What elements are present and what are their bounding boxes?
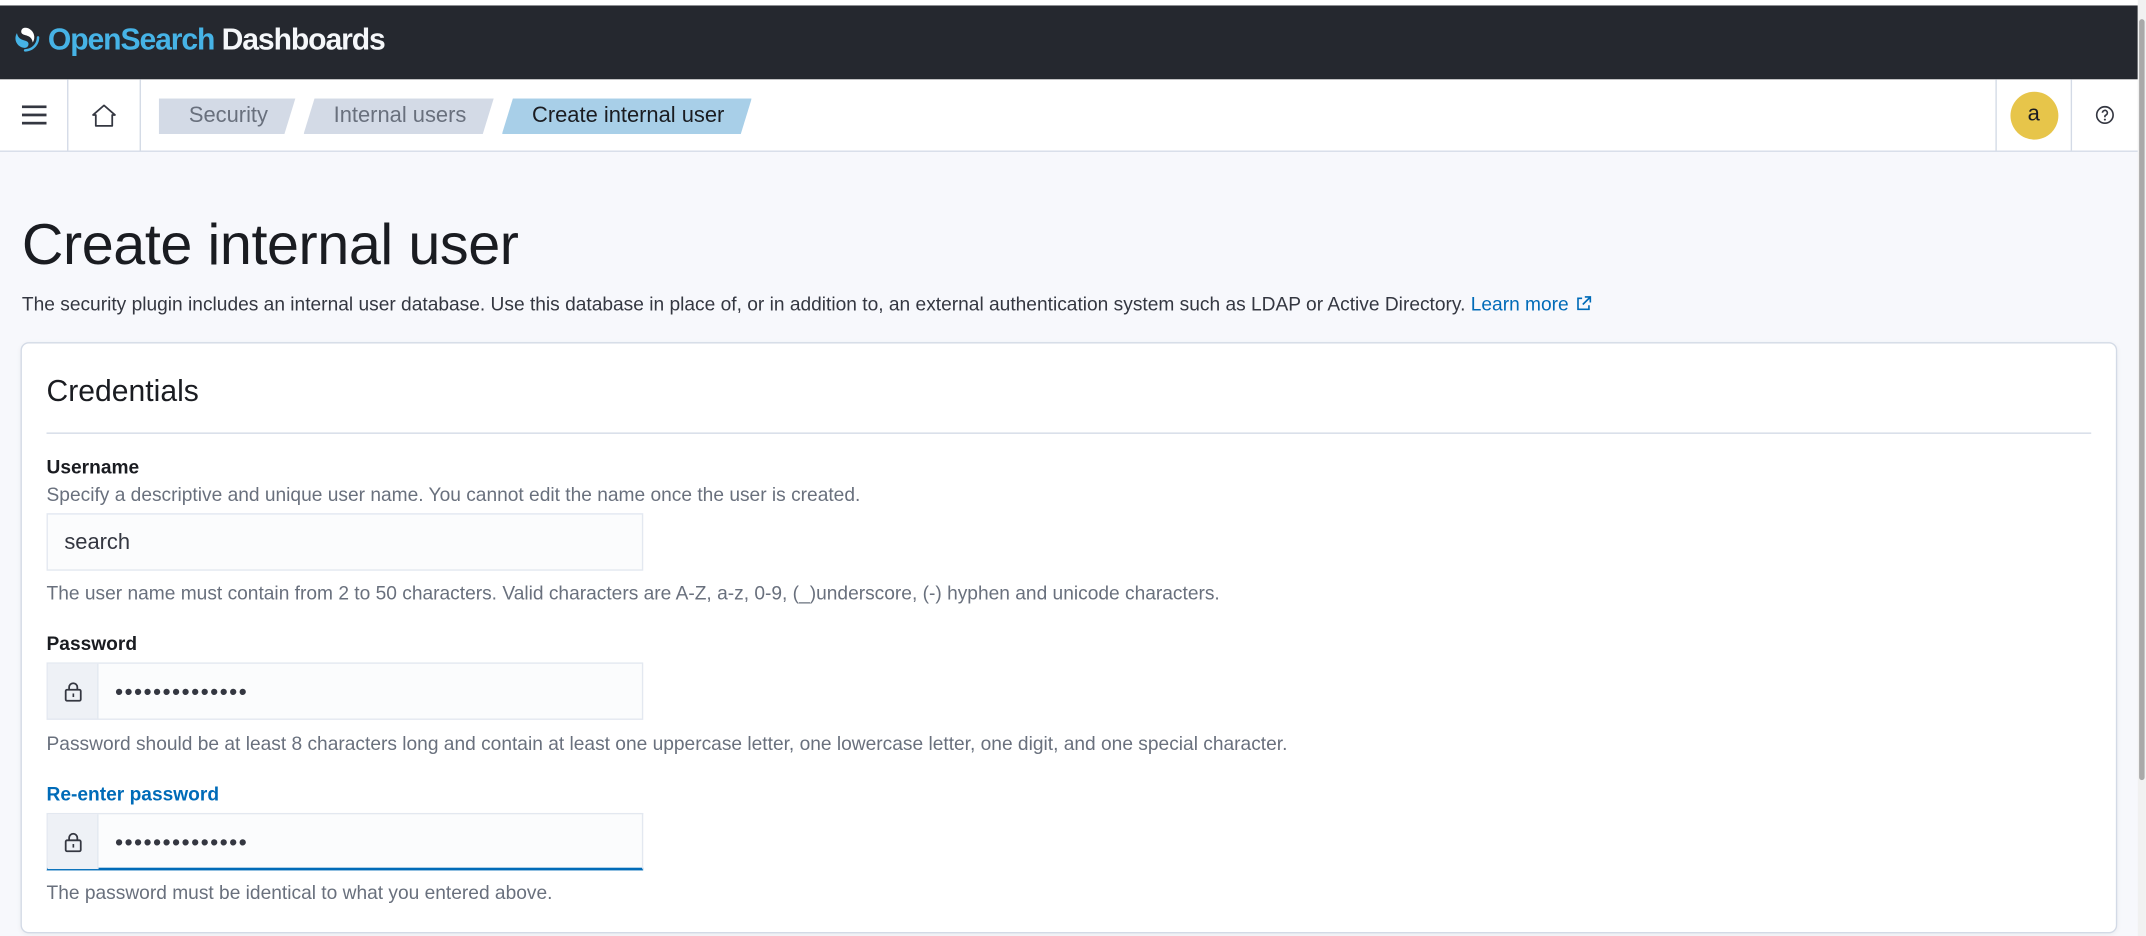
help-icon [2095, 105, 2114, 124]
page-description: The security plugin includes an internal… [22, 293, 1592, 315]
external-link-icon [1577, 296, 1592, 311]
help-button[interactable] [2072, 79, 2138, 150]
breadcrumb: Security Internal users Create internal … [159, 99, 760, 135]
username-label: Username [46, 455, 140, 478]
password-help: Password should be at least 8 characters… [46, 732, 1288, 755]
lock-icon [64, 832, 81, 852]
avatar: a [2009, 91, 2058, 139]
home-button[interactable] [68, 79, 141, 151]
username-help: The user name must contain from 2 to 50 … [46, 581, 1220, 604]
password-label: Password [46, 632, 138, 655]
page-description-text: The security plugin includes an internal… [21, 292, 1466, 315]
opensearch-logo[interactable]: OpenSearch Dashboards [12, 21, 386, 58]
page-title: Create internal user [21, 212, 519, 277]
brand-name-open: Open [47, 21, 122, 57]
breadcrumb-internal-users[interactable]: Internal users [304, 99, 494, 135]
breadcrumb-bar: Security Internal users Create internal … [0, 79, 2138, 152]
home-icon [92, 103, 116, 127]
lock-icon [64, 681, 81, 701]
password-lock [47, 663, 99, 719]
breadcrumb-current-page: Create internal user [502, 99, 752, 135]
top-header: OpenSearch Dashboards [0, 5, 2138, 80]
reenter-password-label: Re-enter password [46, 782, 220, 805]
breadcrumb-security[interactable]: Security [159, 99, 296, 135]
credentials-title: Credentials [46, 373, 199, 408]
brand-name: OpenSearch Dashboards [47, 21, 386, 58]
credentials-panel: Credentials Username Specify a descripti… [20, 342, 2118, 934]
username-field[interactable] [46, 513, 644, 573]
password-field[interactable] [46, 662, 644, 722]
reenter-password-lock [47, 814, 99, 870]
learn-more-label: Learn more [1470, 292, 1569, 315]
hamburger-menu-icon [21, 105, 46, 125]
reenter-password-help: The password must be identical to what y… [46, 881, 553, 904]
username-input[interactable] [47, 514, 642, 573]
app-root: OpenSearch Dashboards Security Internal … [0, 0, 2146, 936]
reenter-password-field[interactable] [46, 812, 644, 872]
scrollbar-thumb[interactable] [2139, 19, 2145, 781]
page-content: Create internal user The security plugin… [0, 151, 2138, 936]
username-description: Specify a descriptive and unique user na… [46, 483, 861, 506]
password-input[interactable] [98, 663, 638, 722]
user-menu-button[interactable]: a [1995, 79, 2073, 151]
learn-more-link[interactable]: Learn more [1471, 293, 1592, 315]
menu-button[interactable] [0, 79, 69, 151]
brand-name-dashboards: Dashboards [214, 21, 386, 57]
reenter-password-input[interactable] [98, 814, 638, 872]
section-divider [46, 432, 2092, 434]
brand-name-search: Search [120, 21, 215, 57]
opensearch-logo-icon [15, 27, 40, 52]
